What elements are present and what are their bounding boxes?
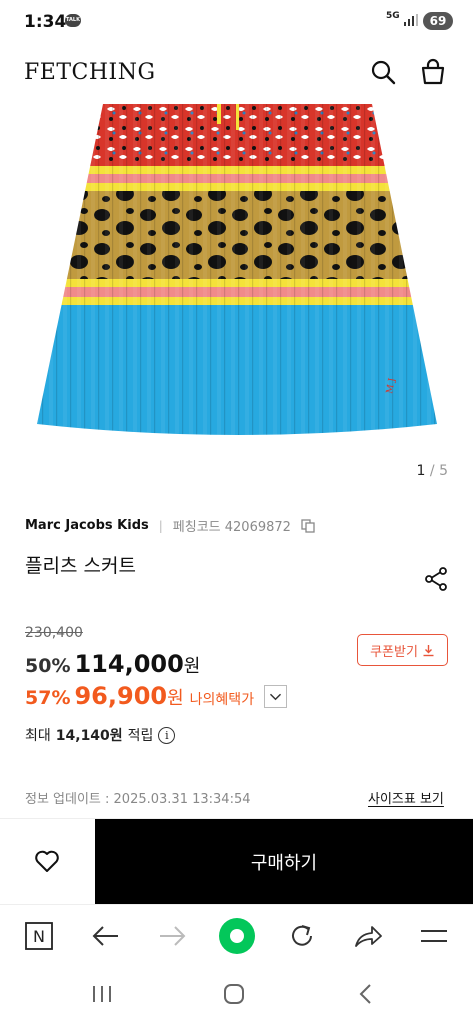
original-price: 230,400 [25,625,83,641]
signal-icon [404,14,418,26]
purchase-bar: 구매하기 [0,818,473,905]
status-time: 1:34 [24,12,67,32]
brand-name[interactable]: Marc Jacobs Kids [25,518,149,533]
recent-apps-icon[interactable] [90,982,114,1006]
product-image[interactable]: M J [0,104,473,454]
sale-price: 114,000 [74,650,184,678]
battery-indicator: 69 [423,12,453,30]
system-navigation-bar [0,968,473,1024]
coupon-label: 쿠폰받기 [370,644,418,660]
benefit-price-row: 57% 96,900 원 나의혜택가 [25,682,254,710]
product-title: 플리츠 스커트 [25,555,136,577]
points-prefix: 최대 [25,728,51,744]
discount-rate: 50% [25,655,71,677]
forward-arrow-icon[interactable] [157,921,187,951]
naver-home-icon[interactable]: N [24,921,54,951]
home-icon[interactable] [222,982,246,1006]
image-counter: 1 / 5 [417,463,448,479]
fetching-logo[interactable]: FETCHING [24,60,156,85]
benefit-label: 나의혜택가 [189,692,255,708]
divider: | [158,518,163,533]
image-counter-total: / 5 [429,463,448,479]
back-icon[interactable] [354,982,378,1006]
info-icon[interactable]: i [158,726,176,744]
share-icon[interactable] [423,566,449,592]
size-chart-link[interactable]: 사이즈표 보기 [368,788,444,807]
sale-price-row: 50% 114,000 원 [25,650,200,678]
benefit-currency-unit: 원 [167,688,184,709]
refresh-icon[interactable] [287,921,317,951]
benefit-price: 96,900 [74,682,168,710]
back-arrow-icon[interactable] [91,921,121,951]
search-icon[interactable] [369,58,397,86]
currency-unit: 원 [183,656,201,677]
reward-points: 최대 14,140원 적립 i [25,725,176,745]
menu-icon[interactable] [419,921,449,951]
naver-green-dot-icon[interactable] [218,917,256,955]
fetching-code: 페칭코드 42069872 [172,520,291,535]
status-bar: 1:34 TALK 5G 69 [0,0,473,44]
talk-notification-icon: TALK [65,14,81,27]
download-icon [423,644,434,656]
buy-button[interactable]: 구매하기 [95,819,473,905]
coupon-button[interactable]: 쿠폰받기 [357,634,448,666]
update-timestamp: 정보 업데이트 : 2025.03.31 13:34:54 [25,792,251,807]
points-amount: 14,140원 [55,728,123,744]
naver-home-glyph: N [33,927,45,946]
network-label: 5G [386,11,400,21]
share-arrow-icon[interactable] [353,921,383,951]
shopping-bag-icon[interactable] [419,58,447,86]
chevron-down-icon[interactable] [264,685,287,708]
copy-icon[interactable] [301,518,315,533]
app-header: FETCHING [0,50,473,94]
points-suffix: 적립 [127,728,154,744]
heart-icon[interactable] [33,847,61,875]
image-counter-current: 1 [416,463,426,479]
brand-row: Marc Jacobs Kids | 페칭코드 42069872 [25,516,315,535]
benefit-discount-rate: 57% [25,687,71,709]
browser-toolbar: N [0,904,473,966]
